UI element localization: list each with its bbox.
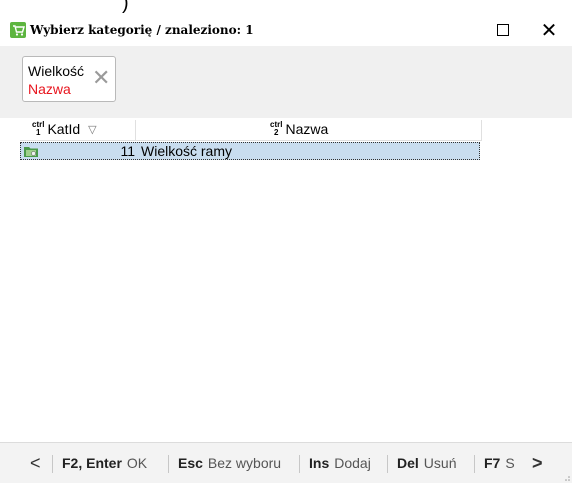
shortcut-label: S: [505, 455, 515, 471]
category-grid: ctrl 1 KatId ▽ ctrl 2 Nazwa 11 Wielkość …: [0, 118, 572, 428]
maximize-icon: [497, 24, 509, 36]
column-label-katid: KatId: [47, 121, 81, 137]
close-icon: ✕: [540, 19, 558, 42]
shortcut-key: Ins: [309, 455, 330, 471]
column-divider[interactable]: [135, 120, 136, 140]
background-glyph: ): [122, 0, 129, 14]
no-selection-button[interactable]: Esc Bez wyboru: [178, 443, 281, 483]
filter-chip[interactable]: Wielkość Nazwa ✕: [22, 56, 116, 102]
divider: [299, 455, 300, 473]
ok-button[interactable]: F2, Enter OK: [62, 443, 147, 483]
divider: [168, 455, 169, 473]
shortcut-key: F7: [484, 455, 501, 471]
divider: [387, 455, 388, 473]
ctrl-1-shortcut-icon: ctrl 1: [32, 120, 45, 137]
shortcut-key: F2, Enter: [62, 455, 122, 471]
column-label-nazwa: Nazwa: [285, 121, 329, 137]
select-category-dialog: Wybierz kategorię / znaleziono: 1 ✕ Wiel…: [0, 14, 572, 483]
shortcut-key: Del: [397, 455, 419, 471]
shortcut-label: OK: [126, 455, 148, 471]
resize-grip-icon[interactable]: [562, 473, 570, 481]
cart-icon: [10, 22, 26, 38]
window-title: Wybierz kategorię / znaleziono: 1: [30, 23, 254, 37]
remove-filter-icon[interactable]: ✕: [92, 67, 110, 89]
category-folder-icon: [24, 147, 38, 157]
filter-chip-value: Wielkość: [28, 63, 85, 79]
filter-panel: Wielkość Nazwa ✕: [0, 46, 572, 119]
maximize-button[interactable]: [480, 14, 526, 46]
close-button[interactable]: ✕: [526, 14, 572, 46]
background-content-strip: ): [0, 0, 572, 14]
divider: [474, 455, 475, 473]
f7-button[interactable]: F7 S: [484, 443, 522, 483]
grid-header: ctrl 1 KatId ▽ ctrl 2 Nazwa: [20, 118, 482, 141]
table-row[interactable]: 11 Wielkość ramy: [20, 142, 480, 160]
scroll-right-button[interactable]: >: [532, 443, 543, 483]
divider: [52, 455, 53, 473]
column-divider[interactable]: [481, 120, 482, 140]
shortcut-label: Dodaj: [334, 455, 371, 471]
delete-button[interactable]: Del Usuń: [397, 443, 456, 483]
shortcut-key: Esc: [178, 455, 203, 471]
title-bar: Wybierz kategorię / znaleziono: 1 ✕: [0, 14, 572, 46]
cell-katid: 11: [120, 143, 135, 159]
sort-descending-icon: ▽: [88, 123, 97, 136]
column-header-katid[interactable]: ctrl 1 KatId ▽: [32, 118, 136, 140]
shortcut-bar: < F2, Enter OK Esc Bez wyboru Ins Dodaj …: [0, 442, 572, 483]
column-header-nazwa[interactable]: ctrl 2 Nazwa: [270, 118, 328, 140]
shortcut-label: Usuń: [423, 455, 457, 471]
shortcut-label: Bez wyboru: [207, 455, 282, 471]
cell-nazwa: Wielkość ramy: [141, 143, 233, 159]
add-button[interactable]: Ins Dodaj: [309, 443, 371, 483]
scroll-left-button[interactable]: <: [30, 443, 41, 483]
filter-chip-field: Nazwa: [28, 81, 71, 97]
ctrl-2-shortcut-icon: ctrl 2: [270, 120, 283, 137]
